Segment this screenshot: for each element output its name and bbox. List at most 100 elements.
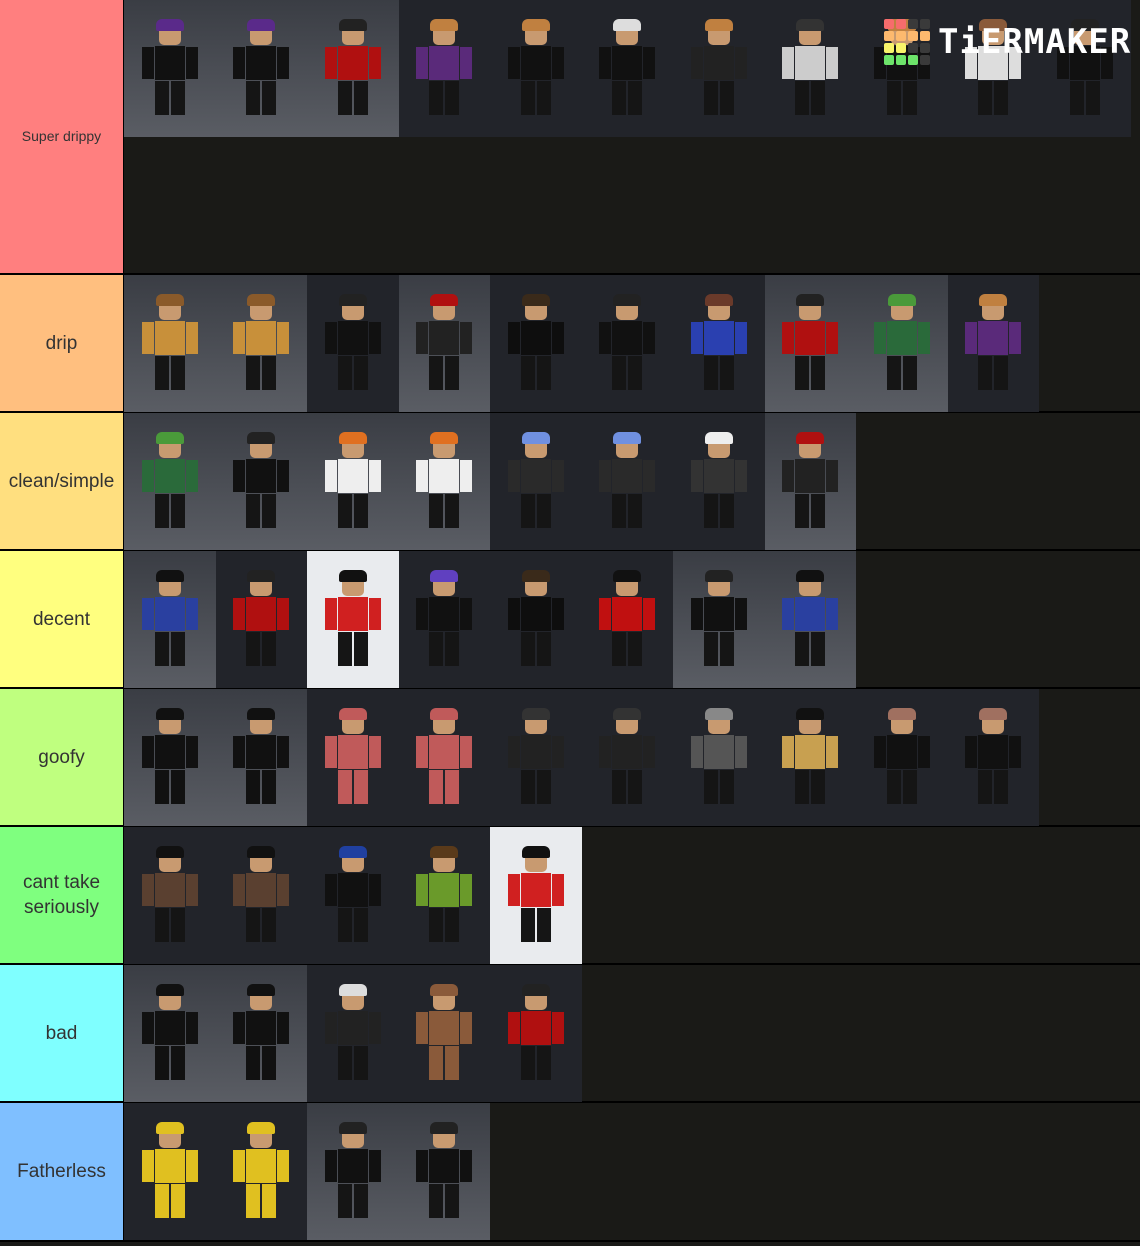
avatar-tile[interactable] — [124, 275, 216, 412]
avatar-image — [780, 431, 840, 532]
avatar-tile[interactable] — [307, 275, 399, 412]
avatar-image — [140, 983, 200, 1084]
avatar-image — [231, 18, 291, 119]
avatar-image — [414, 431, 474, 532]
avatar-tile[interactable] — [124, 689, 216, 826]
avatar-image — [414, 983, 474, 1084]
avatar-image — [231, 707, 291, 808]
avatar-tile[interactable] — [673, 689, 765, 826]
avatar-tile[interactable] — [215, 413, 307, 550]
tier-label[interactable]: drip — [0, 275, 124, 411]
avatar-tile[interactable] — [581, 551, 673, 688]
tier-row: drip — [0, 275, 1140, 413]
avatar-tile[interactable] — [124, 1103, 216, 1240]
avatar-tile[interactable] — [398, 965, 490, 1102]
logo-grid-cell — [884, 43, 894, 53]
avatar-tile[interactable] — [307, 551, 399, 688]
avatar-image — [414, 293, 474, 394]
avatar-tile[interactable] — [398, 551, 490, 688]
avatar-tile[interactable] — [947, 689, 1039, 826]
avatar-tile[interactable] — [124, 827, 216, 964]
avatar-tile[interactable] — [307, 1103, 399, 1240]
avatar-tile[interactable] — [581, 275, 673, 412]
avatar-tile[interactable] — [673, 275, 765, 412]
avatar-tile[interactable] — [215, 1103, 307, 1240]
tiermaker-logo[interactable]: TiERMAKER — [884, 19, 1131, 65]
avatar-image — [323, 431, 383, 532]
avatar-tile[interactable] — [764, 689, 856, 826]
avatar-image — [689, 293, 749, 394]
avatar-tile[interactable] — [856, 275, 948, 412]
tier-label[interactable]: clean/simple — [0, 413, 124, 549]
avatar-image — [140, 431, 200, 532]
avatar-tile[interactable] — [215, 275, 307, 412]
tier-items — [124, 1103, 1139, 1240]
avatar-image — [414, 569, 474, 670]
tier-label[interactable]: Super drippy — [0, 0, 124, 273]
avatar-image — [414, 1121, 474, 1222]
avatar-image — [689, 18, 749, 119]
avatar-image — [323, 569, 383, 670]
avatar-tile[interactable] — [215, 965, 307, 1102]
avatar-image — [963, 707, 1023, 808]
avatar-tile[interactable] — [215, 827, 307, 964]
logo-grid-cell — [920, 55, 930, 65]
avatar-tile[interactable] — [215, 689, 307, 826]
avatar-tile[interactable] — [673, 0, 765, 137]
avatar-tile[interactable] — [490, 827, 582, 964]
avatar-tile[interactable] — [124, 413, 216, 550]
avatar-tile[interactable] — [398, 689, 490, 826]
avatar-tile[interactable] — [307, 827, 399, 964]
avatar-tile[interactable] — [398, 0, 490, 137]
avatar-tile[interactable] — [581, 0, 673, 137]
avatar-tile[interactable] — [124, 0, 216, 137]
tier-items — [124, 965, 1139, 1102]
tier-items — [124, 689, 1139, 826]
avatar-tile[interactable] — [673, 413, 765, 550]
avatar-tile[interactable] — [764, 275, 856, 412]
avatar-tile[interactable] — [307, 965, 399, 1102]
avatar-tile[interactable] — [490, 965, 582, 1102]
tier-row: clean/simple — [0, 413, 1140, 551]
avatar-tile[interactable] — [490, 689, 582, 826]
avatar-tile[interactable] — [856, 689, 948, 826]
avatar-image — [231, 293, 291, 394]
avatar-image — [597, 293, 657, 394]
avatar-tile[interactable] — [307, 0, 399, 137]
avatar-tile[interactable] — [581, 689, 673, 826]
avatar-tile[interactable] — [215, 0, 307, 137]
avatar-tile[interactable] — [490, 275, 582, 412]
tier-label[interactable]: cant take seriously — [0, 827, 124, 963]
avatar-tile[interactable] — [398, 827, 490, 964]
avatar-image — [597, 707, 657, 808]
avatar-tile[interactable] — [947, 275, 1039, 412]
logo-grid-cell — [908, 55, 918, 65]
avatar-image — [597, 431, 657, 532]
avatar-tile[interactable] — [124, 551, 216, 688]
avatar-tile[interactable] — [764, 551, 856, 688]
avatar-tile[interactable] — [490, 0, 582, 137]
tier-label[interactable]: goofy — [0, 689, 124, 825]
avatar-tile[interactable] — [307, 413, 399, 550]
avatar-tile[interactable] — [124, 965, 216, 1102]
avatar-tile[interactable] — [307, 689, 399, 826]
avatar-tile[interactable] — [581, 413, 673, 550]
avatar-image — [872, 707, 932, 808]
avatar-tile[interactable] — [215, 551, 307, 688]
tier-label[interactable]: decent — [0, 551, 124, 687]
avatar-tile[interactable] — [490, 551, 582, 688]
avatar-tile[interactable] — [764, 0, 856, 137]
avatar-image — [597, 569, 657, 670]
logo-grid-cell — [896, 43, 906, 53]
avatar-tile[interactable] — [490, 413, 582, 550]
avatar-image — [414, 18, 474, 119]
avatar-tile[interactable] — [398, 1103, 490, 1240]
avatar-image — [780, 569, 840, 670]
tier-label[interactable]: bad — [0, 965, 124, 1101]
tier-label[interactable]: Fatherless — [0, 1103, 124, 1240]
avatar-tile[interactable] — [673, 551, 765, 688]
avatar-tile[interactable] — [764, 413, 856, 550]
logo-grid-cell — [920, 31, 930, 41]
avatar-tile[interactable] — [398, 275, 490, 412]
avatar-tile[interactable] — [398, 413, 490, 550]
